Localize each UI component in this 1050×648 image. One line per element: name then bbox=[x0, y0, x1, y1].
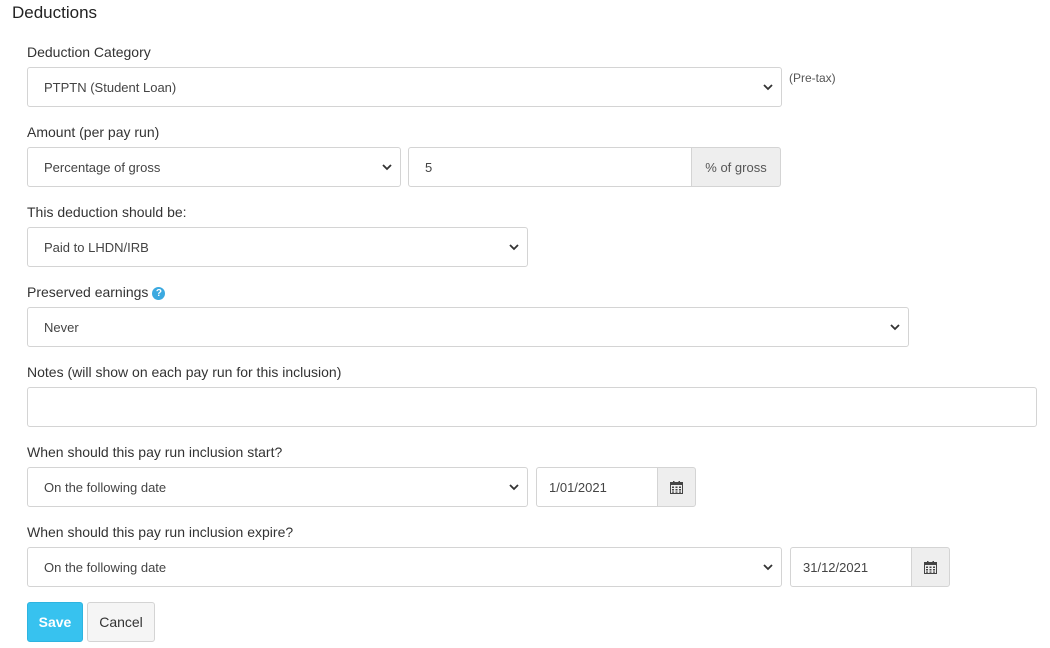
payment-destination-label: This deduction should be: bbox=[27, 204, 187, 220]
preserved-earnings-label: Preserved earnings? bbox=[27, 284, 166, 300]
save-button[interactable]: Save bbox=[27, 602, 83, 642]
expire-date-input[interactable]: 31/12/2021 bbox=[790, 547, 912, 587]
section-title: Deductions bbox=[12, 3, 98, 22]
start-mode-select[interactable]: On the following date bbox=[27, 467, 528, 507]
calendar-icon[interactable] bbox=[657, 467, 696, 507]
chevron-down-icon bbox=[890, 322, 900, 332]
start-mode-value: On the following date bbox=[44, 479, 167, 495]
deduction-category-label: Deduction Category bbox=[27, 44, 151, 60]
amount-label: Amount (per pay run) bbox=[27, 124, 160, 140]
amount-input[interactable]: 5 bbox=[408, 147, 692, 187]
expire-label: When should this pay run inclusion expir… bbox=[27, 524, 294, 540]
amount-type-select[interactable]: Percentage of gross bbox=[27, 147, 401, 187]
preserved-earnings-select[interactable]: Never bbox=[27, 307, 909, 347]
start-date-value: 1/01/2021 bbox=[549, 479, 607, 495]
deduction-category-value: PTPTN (Student Loan) bbox=[44, 79, 177, 95]
notes-input[interactable] bbox=[27, 387, 1037, 427]
pretax-note: (Pre-tax) bbox=[789, 71, 836, 85]
cancel-button[interactable]: Cancel bbox=[87, 602, 155, 642]
amount-unit-addon: % of gross bbox=[691, 147, 781, 187]
payment-destination-select[interactable]: Paid to LHDN/IRB bbox=[27, 227, 528, 267]
chevron-down-icon bbox=[509, 482, 519, 492]
expire-mode-value: On the following date bbox=[44, 559, 167, 575]
calendar-icon[interactable] bbox=[911, 547, 950, 587]
preserved-earnings-value: Never bbox=[44, 319, 79, 335]
notes-label: Notes (will show on each pay run for thi… bbox=[27, 364, 342, 380]
chevron-down-icon bbox=[382, 162, 392, 172]
expire-date-value: 31/12/2021 bbox=[803, 559, 869, 575]
chevron-down-icon bbox=[763, 562, 773, 572]
amount-value: 5 bbox=[425, 159, 433, 175]
preserved-earnings-label-text: Preserved earnings bbox=[27, 284, 149, 300]
payment-destination-value: Paid to LHDN/IRB bbox=[44, 239, 149, 255]
amount-type-value: Percentage of gross bbox=[44, 159, 161, 175]
question-circle-icon[interactable]: ? bbox=[152, 287, 166, 300]
chevron-down-icon bbox=[763, 82, 773, 92]
chevron-down-icon bbox=[509, 242, 519, 252]
start-label: When should this pay run inclusion start… bbox=[27, 444, 283, 460]
start-date-input[interactable]: 1/01/2021 bbox=[536, 467, 658, 507]
deduction-category-select[interactable]: PTPTN (Student Loan) bbox=[27, 67, 782, 107]
expire-mode-select[interactable]: On the following date bbox=[27, 547, 782, 587]
